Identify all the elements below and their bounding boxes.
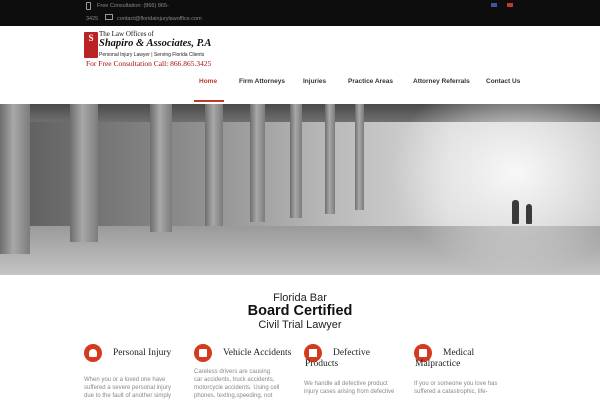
board-certified-block: Florida Bar Board Certified Civil Trial … <box>0 292 600 331</box>
facebook-icon[interactable] <box>491 3 497 7</box>
board-line2: Board Certified <box>247 303 353 319</box>
card-defective-products-title[interactable]: Defective Products <box>305 348 370 370</box>
logo-consultation-call: For Free Consultation Call: 866.865.3425 <box>86 59 212 68</box>
nav-home[interactable]: Home <box>199 78 217 85</box>
hero-light <box>390 104 600 275</box>
mail-icon <box>105 14 113 20</box>
card-medical-malpractice-title[interactable]: Medical Malpractice <box>415 348 474 370</box>
google-plus-icon[interactable] <box>507 3 513 7</box>
nav-injuries[interactable]: Injuries <box>303 78 326 85</box>
flame-icon[interactable] <box>84 344 102 362</box>
phone-icon <box>86 2 91 10</box>
hero-column <box>250 104 265 222</box>
car-icon[interactable] <box>194 344 212 362</box>
logo-line1: The Law Offices of <box>99 30 154 38</box>
nav-practice-areas[interactable]: Practice Areas <box>348 78 393 85</box>
hero-column <box>70 104 98 242</box>
hero-column <box>150 104 172 232</box>
logo-seal-icon: S <box>84 32 98 58</box>
hero-figure <box>512 200 519 224</box>
phone-number-cont[interactable]: 3425 <box>86 16 98 22</box>
site-logo[interactable]: S The Law Offices of Shapiro & Associate… <box>84 30 216 68</box>
card-vehicle-accidents-text: Careless drivers are causing car acciden… <box>194 369 280 399</box>
nav-active-indicator <box>194 100 224 102</box>
card-personal-injury-title[interactable]: Personal Injury <box>113 348 171 359</box>
email-link[interactable]: contact@floridainjurylawoffice.com <box>117 16 202 22</box>
card-medical-malpractice-text: If you or someone you love has suffered … <box>414 381 498 395</box>
card-personal-injury-text: When you or a loved one have suffered a … <box>84 377 172 399</box>
hero-column <box>355 104 364 210</box>
logo-firm-name: Shapiro & Associates, P.A <box>99 38 212 49</box>
card-defective-products-text: We handle all defective product injury c… <box>304 381 395 395</box>
logo-tagline: Personal Injury Lawyer | Serving Florida… <box>99 52 205 58</box>
phone-number[interactable]: Free Consultation: (866) 865- <box>97 3 169 9</box>
nav-attorney-referrals[interactable]: Attorney Referrals <box>413 78 470 85</box>
hero-banner <box>0 104 600 275</box>
hero-column <box>325 104 335 214</box>
card-vehicle-accidents-title[interactable]: Vehicle Accidents <box>223 348 291 359</box>
hero-column <box>0 104 30 254</box>
hero-column <box>290 104 302 218</box>
board-line3: Civil Trial Lawyer <box>258 319 342 331</box>
nav-firm-attorneys[interactable]: Firm Attorneys <box>239 78 285 85</box>
hero-column <box>205 104 223 226</box>
hero-figure <box>526 204 532 224</box>
site-header: S The Law Offices of Shapiro & Associate… <box>0 26 600 104</box>
top-bar: Free Consultation: (866) 865- 3425 conta… <box>0 0 600 26</box>
nav-contact-us[interactable]: Contact Us <box>486 78 520 85</box>
